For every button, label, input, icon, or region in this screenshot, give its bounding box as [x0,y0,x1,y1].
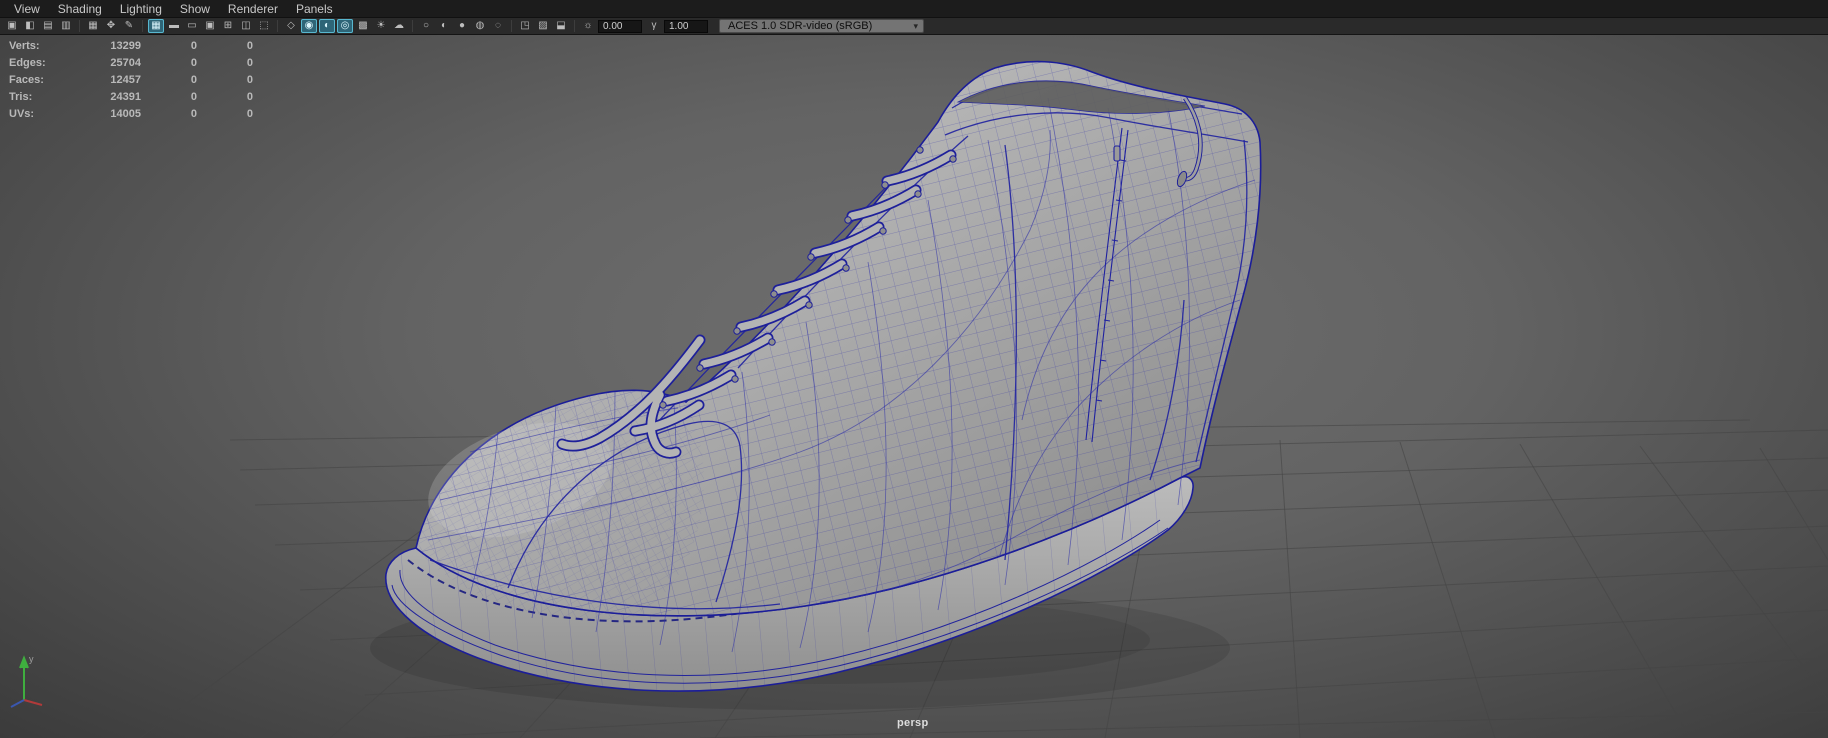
film-gate-icon[interactable]: ▬ [166,19,182,33]
camera-attributes-icon[interactable]: ▤ [40,19,56,33]
toolbar-separator [277,20,278,32]
isolate-select-icon[interactable]: ◳ [517,19,533,33]
hud-value: 25704 [110,57,141,69]
viewport-toolbar: ▣ ◧ ▤ ▥ ▦ ✥ ✎ ▦ ▬ ▭ ▣ ⊞ ◫ ⬚ ◇ ◉ ◐ ◎ ▩ ☀ … [0,18,1828,35]
color-space-select[interactable]: ACES 1.0 SDR-video (sRGB) ▾ [719,19,924,33]
hud-value: 0 [190,74,197,86]
occlusion-icon[interactable]: ◍ [472,19,488,33]
grease-pencil-icon[interactable]: ✎ [121,19,137,33]
all-lights-icon[interactable]: ● [454,19,470,33]
toolbar-separator [511,20,512,32]
smooth-shade-icon[interactable]: ◉ [301,19,317,33]
hud-value: 0 [190,57,197,69]
toolbar-separator [142,20,143,32]
image-plane-icon[interactable]: ▦ [85,19,101,33]
menu-renderer[interactable]: Renderer [219,0,287,18]
hud-label: UVs: [9,108,35,120]
no-lights-icon[interactable]: ○ [418,19,434,33]
toolbar-separator [574,20,575,32]
hud-value: 13299 [110,40,141,52]
chevron-down-icon: ▾ [913,20,918,31]
hud-value: 0 [246,91,253,103]
shadows-icon[interactable]: ☁ [391,19,407,33]
hud-value: 0 [190,40,197,52]
panel-menu-bar: View Shading Lighting Show Renderer Pane… [0,0,1828,18]
hud-value: 0 [246,57,253,69]
resolution-gate-icon[interactable]: ▭ [184,19,200,33]
perspective-viewport[interactable]: y Verts: 13299 0 0 Edges: 25704 0 0 Face… [0,35,1828,738]
hud-label: Faces: [9,74,44,86]
hud-value: 12457 [110,74,141,86]
xray-icon[interactable]: ▨ [535,19,551,33]
view-axis-gizmo: y [10,654,43,708]
gamma-icon[interactable]: γ [646,19,662,33]
motion-blur-icon[interactable]: ◌ [490,19,506,33]
hud-value: 14005 [110,108,141,120]
hud-label: Verts: [9,40,40,52]
use-default-material-icon[interactable]: ◎ [337,19,353,33]
pan-zoom-icon[interactable]: ✥ [103,19,119,33]
wireframe-icon[interactable]: ◇ [283,19,299,33]
hud-value: 0 [246,74,253,86]
lock-camera-icon[interactable]: ◧ [22,19,38,33]
menu-lighting[interactable]: Lighting [111,0,171,18]
hud-label: Tris: [9,91,33,103]
menu-view[interactable]: View [5,0,49,18]
snapshot-icon[interactable]: ⬓ [553,19,569,33]
hud-value: 0 [190,108,197,120]
camera-name-label: persp [897,717,929,729]
hud-value: 24391 [110,91,141,103]
exposure-icon[interactable]: ☼ [580,19,596,33]
heads-up-display: Verts: 13299 0 0 Edges: 25704 0 0 Faces:… [9,40,253,121]
hud-value: 0 [246,40,253,52]
bookmarks-icon[interactable]: ▥ [58,19,74,33]
svg-text:y: y [29,654,34,664]
gate-mask-icon[interactable]: ▣ [202,19,218,33]
hud-value: 0 [246,108,253,120]
lighting-icon[interactable]: ☀ [373,19,389,33]
grid-icon[interactable]: ▦ [148,19,164,33]
default-light-icon[interactable]: ◐ [436,19,452,33]
gamma-input[interactable] [664,19,708,33]
exposure-input[interactable] [598,19,642,33]
select-camera-icon[interactable]: ▣ [4,19,20,33]
shoe-upper [415,60,1262,653]
color-space-value: ACES 1.0 SDR-video (sRGB) [728,20,873,32]
checkered-icon[interactable]: ▩ [355,19,371,33]
viewport-canvas[interactable]: y [0,35,1828,738]
safe-title-icon[interactable]: ⬚ [256,19,272,33]
hud-label: Edges: [9,57,46,69]
menu-panels[interactable]: Panels [287,0,342,18]
toolbar-separator [412,20,413,32]
textured-icon[interactable]: ◐ [319,19,335,33]
safe-action-icon[interactable]: ◫ [238,19,254,33]
hud-value: 0 [190,91,197,103]
menu-shading[interactable]: Shading [49,0,111,18]
menu-show[interactable]: Show [171,0,219,18]
toolbar-separator [79,20,80,32]
shoe-model[interactable] [385,60,1262,692]
field-chart-icon[interactable]: ⊞ [220,19,236,33]
